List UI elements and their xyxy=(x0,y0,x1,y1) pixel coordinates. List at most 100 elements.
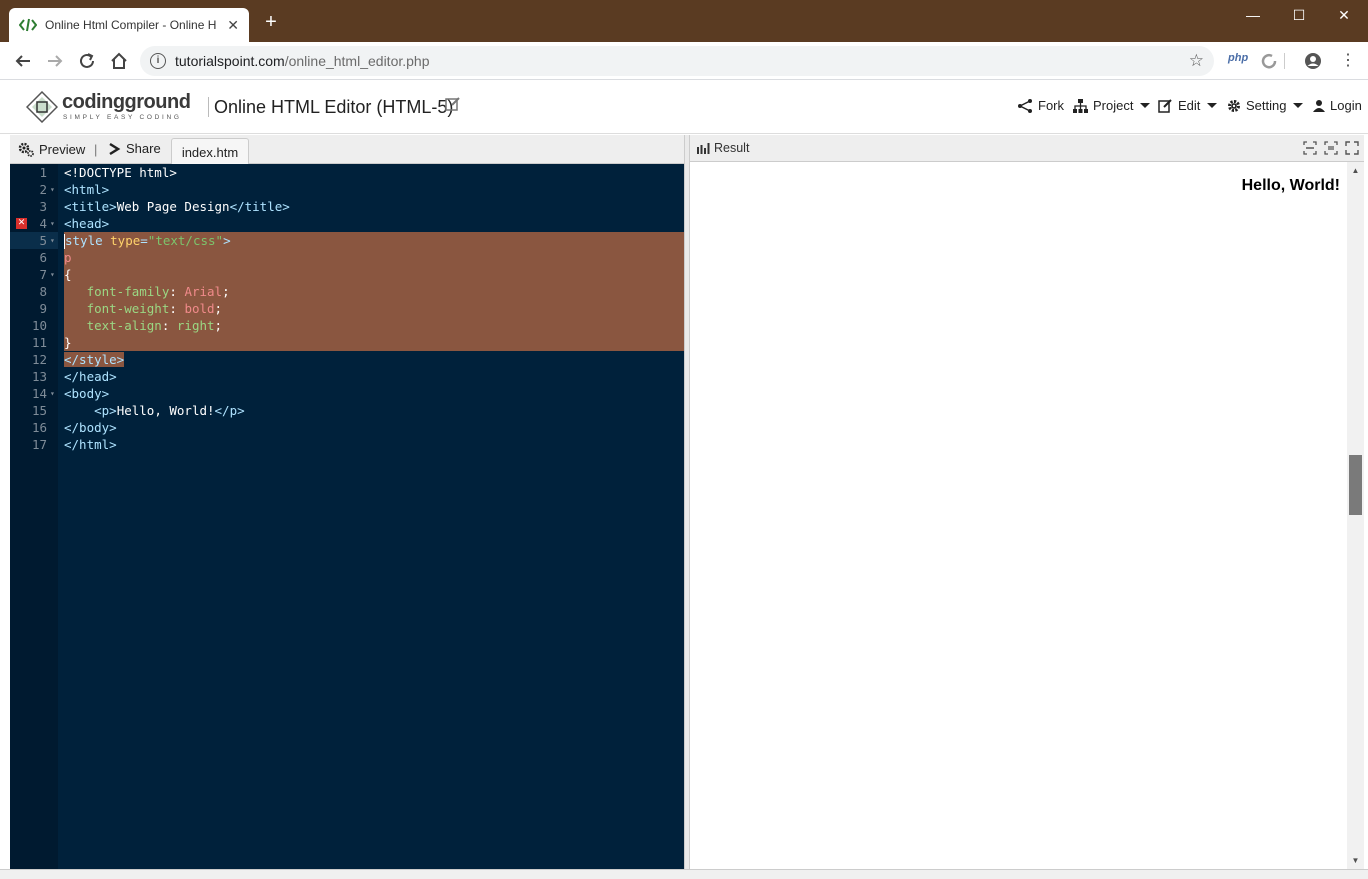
file-tab-index[interactable]: index.htm xyxy=(171,138,249,165)
line-number: 8 xyxy=(39,284,47,299)
fold-arrow-icon[interactable]: ▾ xyxy=(50,385,55,402)
share-chevron-icon xyxy=(109,142,121,155)
toolbar-divider xyxy=(1284,53,1285,69)
gears-icon xyxy=(18,142,34,157)
line-number: 5 xyxy=(39,233,47,248)
reload-icon xyxy=(80,53,94,68)
result-scrollbar[interactable]: ▲ ▼ xyxy=(1347,162,1364,869)
edit-icon xyxy=(1158,99,1172,113)
window-bottom-edge xyxy=(0,869,1368,879)
line-number: 3 xyxy=(39,199,47,214)
code-line: text-align: right; xyxy=(86,318,223,333)
code-line: </style> xyxy=(64,352,125,367)
fold-arrow-icon[interactable]: ▾ xyxy=(50,215,55,232)
line-number: 2 xyxy=(39,182,47,197)
collapse-horizontal-icon[interactable] xyxy=(1303,141,1317,155)
preview-label: Preview xyxy=(39,141,86,157)
project-label: Project xyxy=(1093,98,1134,113)
code-icon xyxy=(19,18,37,32)
code-line: </html> xyxy=(64,437,117,452)
code-line: { xyxy=(64,267,72,282)
line-number: 13 xyxy=(31,369,47,384)
result-label: Result xyxy=(714,141,750,155)
edit-title-icon[interactable] xyxy=(445,96,461,112)
code-line: <!DOCTYPE html> xyxy=(64,165,177,180)
project-menu[interactable]: Project xyxy=(1073,98,1151,113)
browser-titlebar: Online Html Compiler - Online H ✕ + — ☐ … xyxy=(0,0,1368,42)
fold-arrow-icon[interactable]: ▾ xyxy=(50,181,55,198)
code-line: </head> xyxy=(64,369,117,384)
extension-refresh-icon[interactable] xyxy=(1260,52,1278,70)
home-icon xyxy=(111,52,127,69)
code-line: <p>Hello, World!</p> xyxy=(94,403,245,418)
result-pane: Result Hello, World! ▲ ▼ xyxy=(690,135,1364,869)
collapse-vertical-icon[interactable] xyxy=(1324,141,1338,155)
code-line: <html> xyxy=(64,182,110,197)
profile-icon[interactable] xyxy=(1304,52,1322,70)
fullscreen-icon[interactable] xyxy=(1345,141,1359,155)
forward-button[interactable] xyxy=(45,51,65,71)
logo-tagline: SIMPLY EASY CODING xyxy=(63,114,182,121)
code-line: style type="text/css"> xyxy=(64,233,231,249)
fork-icon xyxy=(1018,98,1032,113)
url-input[interactable]: i tutorialspoint.com/online_html_editor.… xyxy=(140,46,1214,76)
line-number: 6 xyxy=(39,250,47,265)
scroll-up-icon[interactable]: ▲ xyxy=(1347,166,1364,175)
bar-chart-icon xyxy=(697,142,710,154)
setting-label: Setting xyxy=(1246,98,1287,113)
edit-menu[interactable]: Edit xyxy=(1158,98,1218,113)
scroll-down-icon[interactable]: ▼ xyxy=(1347,856,1364,865)
editor-toolbar: Preview | Share index.htm xyxy=(10,135,684,165)
address-bar: i tutorialspoint.com/online_html_editor.… xyxy=(0,42,1368,80)
reload-button[interactable] xyxy=(77,51,97,71)
login-button[interactable]: Login xyxy=(1313,98,1362,113)
tab-title: Online Html Compiler - Online H xyxy=(45,18,217,32)
line-number: 16 xyxy=(31,420,47,435)
code-line: </body> xyxy=(64,420,117,435)
site-info-icon[interactable]: i xyxy=(150,53,166,69)
maximize-button[interactable]: ☐ xyxy=(1276,0,1322,30)
fold-arrow-icon[interactable]: ▾ xyxy=(50,266,55,283)
login-label: Login xyxy=(1330,98,1362,113)
window-close-button[interactable]: ✕ xyxy=(1321,0,1367,30)
line-number: 9 xyxy=(39,301,47,316)
toolbar-separator: | xyxy=(94,142,98,157)
share-button[interactable]: Share xyxy=(108,141,161,156)
browser-tab[interactable]: Online Html Compiler - Online H ✕ xyxy=(9,8,249,42)
forward-arrow-icon xyxy=(48,55,63,67)
code-line: <title>Web Page Design</title> xyxy=(64,199,290,214)
scroll-thumb[interactable] xyxy=(1349,455,1362,515)
back-button[interactable] xyxy=(13,51,33,71)
code-line: font-weight: bold; xyxy=(86,301,223,316)
line-number: 1 xyxy=(39,165,47,180)
setting-menu[interactable]: Setting xyxy=(1227,98,1304,113)
editor-pane: Preview | Share index.htm 1 <!DOCTYPE htm… xyxy=(10,135,684,869)
menu-kebab-icon[interactable]: ⋮ xyxy=(1340,50,1356,70)
preview-button[interactable]: Preview xyxy=(18,141,85,157)
fold-arrow-icon[interactable]: ▾ xyxy=(50,232,55,249)
bookmark-star-icon[interactable]: ☆ xyxy=(1189,51,1204,71)
home-button[interactable] xyxy=(109,51,129,71)
php-extension-icon[interactable]: php xyxy=(1228,52,1248,64)
new-tab-button[interactable]: + xyxy=(261,12,281,32)
fork-label: Fork xyxy=(1038,98,1064,113)
logo-brand: codingground xyxy=(62,91,191,113)
line-number: 7 xyxy=(39,267,47,282)
tab-close-icon[interactable]: ✕ xyxy=(227,17,239,34)
line-number: 11 xyxy=(31,335,47,350)
code-editor[interactable]: 1 <!DOCTYPE html> 2 ▾ <html> 3 <title>Web Pa… xyxy=(10,164,684,869)
page-title: Online HTML Editor (HTML-5) xyxy=(214,97,454,117)
result-tab[interactable]: Result xyxy=(697,141,749,155)
sitemap-icon xyxy=(1073,98,1088,113)
codingground-logo[interactable]: codingground SIMPLY EASY CODING xyxy=(26,89,196,125)
logo-mark-icon xyxy=(26,91,58,123)
minimize-button[interactable]: — xyxy=(1230,0,1276,30)
line-number: 4 xyxy=(39,216,47,231)
code-line: font-family: Arial; xyxy=(86,284,230,299)
code-line: <head> xyxy=(64,216,110,231)
chevron-down-icon xyxy=(1207,103,1218,108)
code-line: } xyxy=(64,335,72,350)
url-host: tutorialspoint.com xyxy=(175,53,285,69)
fork-button[interactable]: Fork xyxy=(1017,98,1064,113)
gear-icon xyxy=(1228,99,1240,112)
